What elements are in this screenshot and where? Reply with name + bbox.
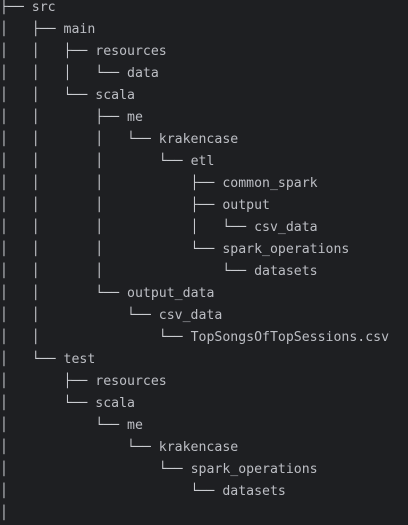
tree-connector: │ │ │ └── [0, 66, 128, 81]
directory-name: common_spark [222, 176, 318, 191]
tree-connector: │ │ └── [0, 88, 96, 103]
tree-row-output-data: │ │ └── output_data [0, 283, 408, 305]
tree-connector: │ │ │ └── [0, 242, 223, 257]
directory-name: me [127, 110, 143, 125]
tree-connector: │ │ │ └── [0, 132, 159, 147]
tree-row-test: │ └── test [0, 349, 408, 371]
tree-connector: │ │ │ ├── [0, 176, 223, 191]
directory-name: output [222, 198, 270, 213]
directory-name: me [127, 418, 143, 433]
directory-name: resources [95, 374, 167, 389]
directory-name: main [63, 22, 96, 37]
tree-row-resources: │ │ ├── resources [0, 41, 408, 63]
tree-row-me: │ └── me [0, 415, 408, 437]
tree-row-etl: │ │ │ └── etl [0, 151, 408, 173]
directory-tree-view: ├── src │ ├── main │ │ ├── resources │ │… [0, 0, 408, 521]
tree-connector: │ │ └── [0, 330, 191, 345]
tree-row-continuation: │ [0, 503, 408, 525]
tree-row-spark-operations: │ └── spark_operations [0, 459, 408, 481]
directory-name: krakencase [158, 132, 239, 147]
tree-row-scala: │ └── scala [0, 393, 408, 415]
tree-connector: │ [0, 506, 8, 521]
directory-name: src [31, 0, 56, 15]
tree-connector: │ │ │ │ └── [0, 220, 255, 235]
tree-row-spark-operations: │ │ │ └── spark_operations [0, 239, 408, 261]
tree-row-resources: │ ├── resources [0, 371, 408, 393]
tree-connector: │ └── [0, 396, 96, 411]
tree-row-common-spark: │ │ │ ├── common_spark [0, 173, 408, 195]
directory-name: datasets [254, 264, 318, 279]
tree-row-data: │ │ │ └── data [0, 63, 408, 85]
directory-name: datasets [222, 484, 286, 499]
tree-connector: │ │ │ └── [0, 264, 255, 279]
tree-connector: │ └── [0, 418, 128, 433]
tree-connector: │ │ │ ├── [0, 198, 223, 213]
tree-connector: │ └── [0, 462, 191, 477]
tree-connector: │ │ └── [0, 286, 128, 301]
tree-connector: │ │ ├── [0, 44, 96, 59]
tree-connector: │ └── [0, 440, 159, 455]
tree-connector: │ │ │ └── [0, 154, 191, 169]
tree-connector: │ └── [0, 352, 64, 367]
tree-row-src: ├── src [0, 0, 408, 19]
tree-connector: │ │ ├── [0, 110, 128, 125]
tree-row-krakencase: │ └── krakencase [0, 437, 408, 459]
directory-name: spark_operations [190, 462, 318, 477]
tree-connector: ├── [0, 0, 32, 15]
tree-connector: │ └── [0, 484, 223, 499]
directory-name: spark_operations [222, 242, 350, 257]
tree-connector: │ ├── [0, 374, 96, 389]
tree-row-scala: │ │ └── scala [0, 85, 408, 107]
tree-row-krakencase: │ │ │ └── krakencase [0, 129, 408, 151]
tree-row-main: │ ├── main [0, 19, 408, 41]
directory-name: scala [95, 88, 135, 103]
tree-row-csv-data: │ │ └── csv_data [0, 305, 408, 327]
tree-row-datasets: │ │ │ └── datasets [0, 261, 408, 283]
directory-name: csv_data [254, 220, 318, 235]
tree-row-csv-file: │ │ └── TopSongsOfTopSessions.csv [0, 327, 408, 349]
tree-connector: │ │ └── [0, 308, 159, 323]
tree-row-csv-data: │ │ │ │ └── csv_data [0, 217, 408, 239]
tree-row-datasets: │ └── datasets [0, 481, 408, 503]
directory-name: output_data [127, 286, 215, 301]
directory-name: test [63, 352, 96, 367]
directory-name: scala [95, 396, 135, 411]
tree-row-output: │ │ │ ├── output [0, 195, 408, 217]
directory-name: data [127, 66, 159, 81]
tree-row-me: │ │ ├── me [0, 107, 408, 129]
directory-name: csv_data [158, 308, 223, 323]
file-name: TopSongsOfTopSessions.csv [190, 330, 390, 345]
tree-connector: │ ├── [0, 22, 64, 37]
directory-name: etl [190, 154, 215, 169]
directory-name: krakencase [158, 440, 239, 455]
directory-name: resources [95, 44, 167, 59]
